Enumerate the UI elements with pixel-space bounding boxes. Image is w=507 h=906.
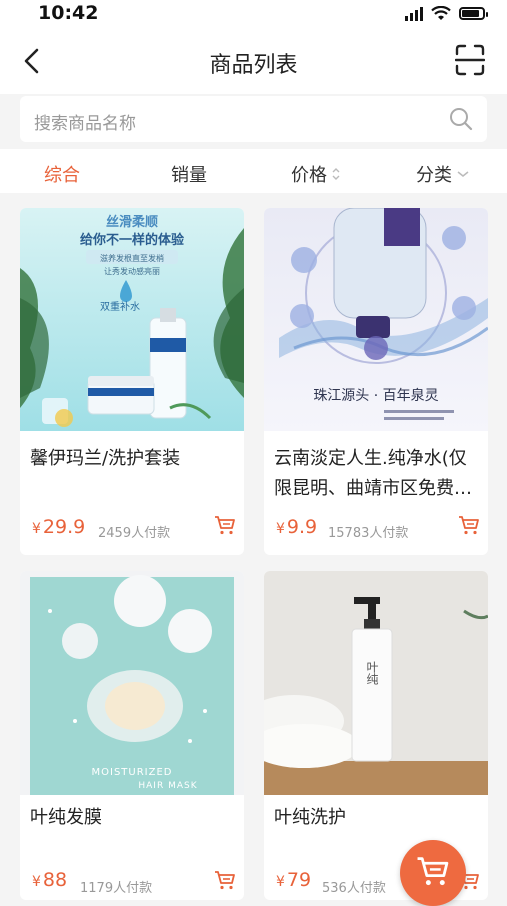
price-value: 88 (42, 869, 68, 891)
product-title[interactable]: 叶纯发膜 (30, 803, 235, 833)
product-title[interactable]: 叶纯洗护 (274, 803, 479, 833)
currency-symbol: ¥ (276, 521, 285, 537)
image-text: 珠江源头 · 百年泉灵 (313, 387, 438, 404)
tab-price[interactable]: 价格 (291, 161, 341, 187)
cart-icon[interactable] (214, 514, 236, 536)
tab-label: 分类 (416, 165, 452, 186)
product-price: ¥79 (276, 869, 311, 891)
tab-label: 价格 (291, 165, 327, 186)
scan-icon[interactable] (455, 44, 485, 76)
status-icons (405, 6, 488, 21)
sold-count: 1179人付款 (80, 881, 153, 896)
currency-symbol: ¥ (32, 874, 41, 890)
currency-symbol: ¥ (32, 521, 41, 537)
chevron-down-icon (457, 171, 469, 177)
sort-arrows-icon (332, 168, 340, 180)
currency-symbol: ¥ (276, 874, 285, 890)
image-text: 给你不一样的体验 (80, 232, 185, 248)
filter-bar: 综合 销量 价格 分类 (0, 149, 507, 193)
cart-icon (417, 857, 449, 886)
cart-icon[interactable] (458, 514, 480, 536)
image-text: 双重补水 (100, 300, 140, 313)
search-box[interactable]: 搜索商品名称 (20, 96, 487, 142)
image-text: 让秀发动感亮丽 (104, 266, 160, 276)
search-icon[interactable] (449, 107, 473, 131)
product-image[interactable]: 丝滑柔顺 给你不一样的体验 滋养发根直至发梢 让秀发动感亮丽 双重补水 (20, 208, 244, 431)
product-card[interactable]: MOISTURIZED HAIR MASK 叶纯发膜 ¥88 1179人付款 (20, 571, 244, 900)
price-value: 9.9 (286, 516, 318, 538)
tab-sales[interactable]: 销量 (171, 161, 207, 187)
product-price: ¥29.9 (32, 516, 85, 538)
image-text: 丝滑柔顺 (106, 214, 158, 230)
status-bar: 10:42 (0, 0, 507, 30)
product-image[interactable]: 叶纯 (264, 571, 488, 795)
search-input[interactable]: 搜索商品名称 (34, 109, 136, 134)
tab-comprehensive[interactable]: 综合 (44, 161, 80, 187)
product-image[interactable]: MOISTURIZED HAIR MASK (20, 571, 244, 795)
price-value: 79 (286, 869, 312, 891)
product-price: ¥9.9 (276, 516, 317, 538)
signal-icon (405, 6, 423, 21)
sold-count: 15783人付款 (328, 526, 409, 541)
floating-cart-button[interactable] (400, 840, 466, 906)
image-text: HAIR MASK (138, 781, 197, 791)
wifi-icon (431, 6, 451, 20)
nav-bar: 商品列表 (0, 30, 507, 94)
tab-label: 销量 (171, 165, 207, 186)
search-area: 搜索商品名称 (0, 94, 507, 149)
status-time: 10:42 (38, 2, 99, 24)
product-price: ¥88 (32, 869, 67, 891)
image-text: 滋养发根直至发梢 (100, 253, 164, 263)
product-card[interactable]: 珠江源头 · 百年泉灵 云南淡定人生.纯净水(仅限昆明、曲靖市区免费… ¥9.9… (264, 208, 488, 555)
image-text: MOISTURIZED (92, 767, 173, 778)
product-title[interactable]: 馨伊玛兰/洗护套装 (30, 444, 235, 474)
tab-category[interactable]: 分类 (416, 161, 470, 187)
product-card[interactable]: 丝滑柔顺 给你不一样的体验 滋养发根直至发梢 让秀发动感亮丽 双重补水 馨伊玛兰… (20, 208, 244, 555)
image-text: 叶纯 (365, 661, 379, 685)
product-title[interactable]: 云南淡定人生.纯净水(仅限昆明、曲靖市区免费… (274, 444, 479, 504)
tab-label: 综合 (44, 165, 80, 186)
product-image[interactable]: 珠江源头 · 百年泉灵 (264, 208, 488, 431)
sold-count: 536人付款 (322, 881, 386, 896)
sold-count: 2459人付款 (98, 526, 171, 541)
page-title: 商品列表 (209, 53, 298, 78)
battery-icon (459, 7, 488, 20)
cart-icon[interactable] (214, 869, 236, 891)
price-value: 29.9 (42, 516, 86, 538)
